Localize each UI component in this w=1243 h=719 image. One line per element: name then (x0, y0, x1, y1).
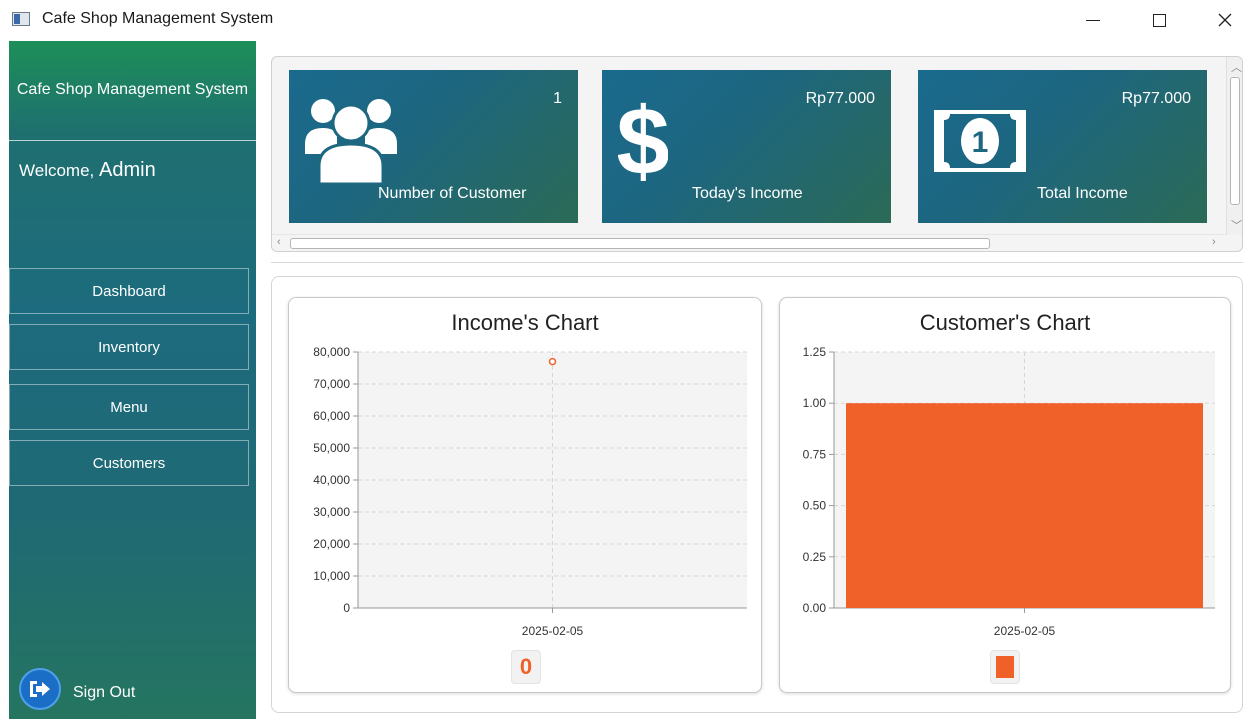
users-icon (305, 99, 397, 184)
signout-label[interactable]: Sign Out (73, 684, 135, 702)
close-button[interactable] (1202, 5, 1243, 35)
customer-count-value: 1 (553, 90, 562, 107)
y-tick-label: 0 (343, 601, 350, 615)
nav-customers-button[interactable]: Customers (9, 440, 249, 486)
y-tick-label: 0.00 (803, 601, 827, 615)
dollar-icon: $ (618, 94, 668, 186)
signout-icon (30, 681, 50, 697)
section-divider (271, 262, 1243, 263)
welcome-text: Welcome, Admin (19, 159, 156, 182)
sidebar: Cafe Shop Management System Welcome, Adm… (9, 41, 256, 719)
scroll-up-icon[interactable]: ︿ (1231, 59, 1242, 75)
y-tick-label: 40,000 (313, 473, 350, 487)
scroll-down-icon[interactable]: ﹀ (1231, 217, 1242, 233)
signout-button[interactable] (19, 668, 61, 710)
x-tick-label: 2025-02-05 (522, 624, 584, 638)
bar (846, 403, 1203, 608)
y-tick-label: 20,000 (313, 537, 350, 551)
app-icon (12, 12, 30, 26)
nav-inventory-button[interactable]: Inventory (9, 324, 249, 370)
total-income-value: Rp77.000 (1121, 90, 1191, 107)
customer-chart: 0.00 0.25 0.50 0.75 1.00 1.25 2025-02-05 (803, 345, 1215, 638)
maximize-button[interactable] (1136, 5, 1182, 35)
scroll-left-icon[interactable]: ‹ (277, 236, 281, 248)
y-tick-label: 1.25 (803, 345, 827, 359)
x-tick-label: 2025-02-05 (994, 624, 1056, 638)
y-tick-label: 80,000 (313, 345, 350, 359)
total-income-card: 1 Rp77.000 Total Income (918, 70, 1207, 223)
vertical-scroll-thumb[interactable] (1230, 77, 1240, 205)
data-point (548, 357, 557, 366)
customer-legend (990, 650, 1020, 684)
horizontal-scroll-thumb[interactable] (290, 238, 990, 249)
customer-count-card: 1 Number of Customer (289, 70, 578, 223)
banknote-icon: 1 (934, 110, 1026, 172)
nav-menu-button[interactable]: Menu (9, 384, 249, 430)
income-chart-card: Income's Chart 0 10,000 20,000 30,000 40,000… (288, 297, 762, 693)
y-tick-label: 10,000 (313, 569, 350, 583)
y-tick-label: 50,000 (313, 441, 350, 455)
window-title: Cafe Shop Management System (42, 10, 274, 27)
minimize-button[interactable] (1070, 5, 1116, 35)
y-tick-label: 30,000 (313, 505, 350, 519)
minimize-icon (1086, 19, 1100, 21)
y-tick-label: 0.25 (803, 550, 827, 564)
y-tick-label: 60,000 (313, 409, 350, 423)
y-tick-label: 70,000 (313, 377, 350, 391)
vertical-scrollbar[interactable]: ︿ ﹀ (1226, 57, 1242, 235)
total-income-label: Total Income (1037, 185, 1128, 202)
horizontal-scrollbar[interactable]: ‹ › (272, 234, 1226, 251)
todays-income-card: $ Rp77.000 Today's Income (602, 70, 891, 223)
income-chart: 0 10,000 20,000 30,000 40,000 50,000 60,000 70,… (313, 345, 747, 638)
welcome-prefix: Welcome, (19, 161, 95, 180)
nav-dashboard-button[interactable]: Dashboard (9, 268, 249, 314)
income-legend-marker: 0 (519, 654, 533, 679)
window-titlebar: Cafe Shop Management System (0, 0, 1243, 40)
charts-panel: Income's Chart 0 10,000 20,000 30,000 40,000… (271, 276, 1243, 713)
maximize-icon (1152, 13, 1166, 27)
todays-income-value: Rp77.000 (805, 90, 875, 107)
customer-chart-card: Customer's Chart 0.00 0.25 0.50 0.75 1.00 1.2… (779, 297, 1231, 693)
y-tick-label: 0.75 (803, 447, 827, 461)
sidebar-title: Cafe Shop Management System (16, 81, 249, 98)
svg-text:$: $ (618, 94, 668, 186)
scroll-right-icon[interactable]: › (1212, 236, 1216, 248)
stats-panel: 1 Number of Customer $ Rp77.000 Today's … (271, 56, 1243, 252)
income-legend: 0 (511, 650, 541, 684)
sidebar-divider (9, 140, 256, 141)
username: Admin (99, 159, 156, 181)
y-tick-label: 0.50 (803, 499, 827, 513)
svg-text:1: 1 (972, 126, 989, 159)
close-icon (1218, 13, 1232, 27)
customer-legend-swatch (996, 656, 1014, 678)
y-tick-label: 1.00 (803, 396, 827, 410)
